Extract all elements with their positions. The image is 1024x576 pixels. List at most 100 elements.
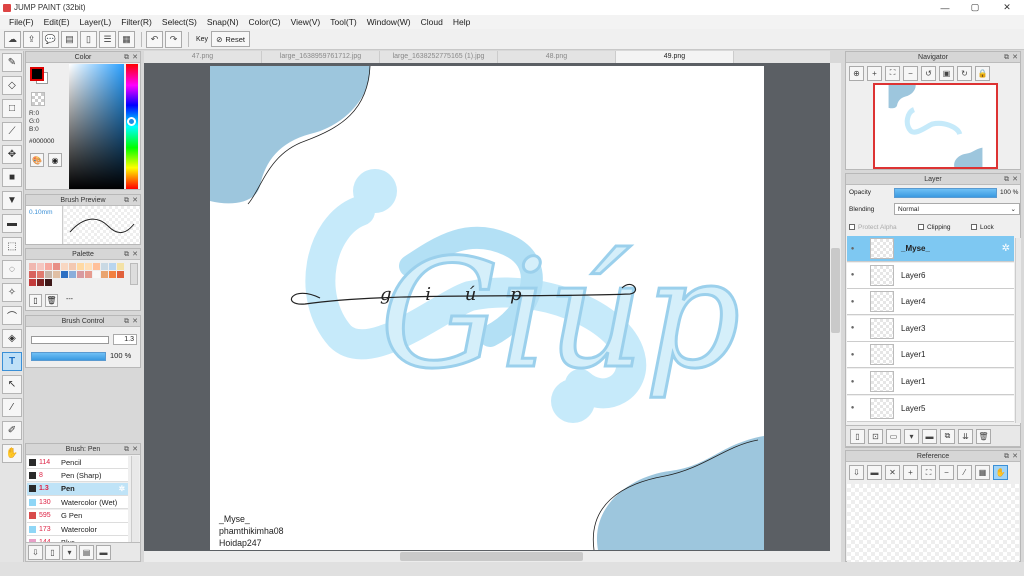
color-palette-icon[interactable]: 🎨 [30,153,44,167]
brush-list-scrollbar[interactable] [131,456,139,554]
dock-icon[interactable]: ⧉ [1004,451,1009,462]
menu-tool[interactable]: Tool(T) [325,15,361,29]
tab-49[interactable]: 49.png [616,51,734,63]
maximize-button[interactable]: ▢ [960,0,990,15]
menu-layer[interactable]: Layer(L) [75,15,117,29]
dock-icon[interactable]: ⧉ [124,52,129,63]
color-picker-icon[interactable]: ◉ [48,153,62,167]
reset-button[interactable]: ⊘ Reset [211,31,250,47]
palette-swatch[interactable] [93,263,100,270]
drawing-canvas[interactable]: Giúp g i ú p [210,66,764,550]
cloud-icon[interactable]: ☁ [4,30,21,48]
magic-wand-tool-icon[interactable]: ✧ [2,283,22,302]
palette-swatch[interactable] [53,263,60,270]
new-layer-8bit-icon[interactable]: ⊡ [868,428,883,444]
layer-row[interactable]: ● Layer1 [847,369,1014,395]
palette-swatch[interactable] [29,263,36,270]
merge-layer-icon[interactable]: ⇊ [958,428,973,444]
brush-size-slider[interactable] [31,336,109,344]
list-icon[interactable]: ☰ [99,30,116,48]
menu-color[interactable]: Color(C) [244,15,286,29]
tab-large-2[interactable]: large_1638252775165 (1).jpg [380,51,498,63]
menu-window[interactable]: Window(W) [362,15,416,29]
brush-item[interactable]: 595 G Pen [27,509,128,523]
layer-row[interactable]: ● Layer1 [847,342,1014,369]
hue-knob[interactable] [127,117,136,126]
undo-icon[interactable]: ↶ [146,30,163,48]
pointer-tool-icon[interactable]: ↖ [2,375,22,394]
dock-icon[interactable]: ⧉ [124,249,129,260]
zoom-fit-icon[interactable]: ⊕ [849,65,864,81]
delete-palette-icon[interactable]: 🗑 [45,294,58,307]
redo-icon[interactable]: ↷ [165,30,182,48]
layer-visibility-icon[interactable]: ● [847,405,858,411]
eyedropper-icon[interactable]: ⁄ [957,465,972,480]
vertical-scroll-thumb[interactable] [831,248,840,333]
brush-settings-icon[interactable]: ▤ [79,544,94,560]
layer-row[interactable]: ● Layer6 [847,262,1014,289]
dock-icon[interactable]: ⧉ [124,195,129,206]
brush-item[interactable]: 1.3 Pen ✲ [27,482,128,496]
palette-swatch[interactable] [45,271,52,278]
panel-close-icon[interactable]: ✕ [1012,52,1018,63]
layer-opacity-slider[interactable] [894,188,997,198]
menu-edit[interactable]: Edit(E) [39,15,75,29]
rotate-right-icon[interactable]: ↻ [957,65,972,81]
grid-icon[interactable]: ▦ [118,30,135,48]
palette-swatch[interactable] [85,271,92,278]
close-button[interactable]: ✕ [992,0,1022,15]
dock-icon[interactable]: ⧉ [124,316,129,327]
new-layer-1bit-icon[interactable]: ▭ [886,428,901,444]
palette-swatch[interactable] [29,271,36,278]
dock-icon[interactable]: ⧉ [124,444,129,455]
palette-swatch[interactable] [37,271,44,278]
palette-swatch[interactable] [61,263,68,270]
blending-select[interactable]: Normal ⌄ [894,203,1020,215]
comment-icon[interactable]: 💬 [42,30,59,48]
horizontal-scroll-thumb[interactable] [400,552,583,561]
minimize-button[interactable]: — [930,0,960,15]
lock-view-icon[interactable]: 🔒 [975,65,990,81]
brush-folder-icon[interactable]: ▬ [96,544,111,560]
clipping-checkbox[interactable]: Clipping [918,224,951,231]
shape-tool-icon[interactable]: □ [2,99,22,118]
layer-list-scrollbar[interactable] [1015,238,1021,423]
cloud-download-icon[interactable]: ⇩ [849,465,864,480]
fit-icon[interactable]: ⛶ [921,465,936,480]
gradient-tool-icon[interactable]: ▬ [2,214,22,233]
layer-row[interactable]: ● Layer4 [847,289,1014,316]
panel-close-icon[interactable]: ✕ [132,444,138,455]
duplicate-layer-icon[interactable]: ⧉ [940,428,955,444]
menu-filter[interactable]: Filter(R) [116,15,157,29]
panel-close-icon[interactable]: ✕ [1012,451,1018,462]
dock-icon[interactable]: ⧉ [1004,174,1009,185]
hand-tool-icon[interactable]: ✋ [2,444,22,463]
tab-48[interactable]: 48.png [498,51,616,63]
palette-swatch[interactable] [45,263,52,270]
fill-rect-tool-icon[interactable]: ■ [2,168,22,187]
palette-swatch[interactable] [37,279,44,286]
palette-swatch[interactable] [109,263,116,270]
fit-window-icon[interactable]: ⛶ [885,65,900,81]
palette-swatch[interactable] [85,263,92,270]
layer-visibility-icon[interactable]: ● [847,299,858,305]
palette-swatch[interactable] [29,279,36,286]
palette-swatch[interactable] [109,271,116,278]
layer-visibility-icon[interactable]: ● [847,246,858,252]
dropper2-tool-icon[interactable]: ✐ [2,421,22,440]
lasso-tool-icon[interactable]: ◌ [2,260,22,279]
palette-swatch[interactable] [45,279,52,286]
cloud-download-icon[interactable]: ⇩ [28,544,43,560]
lock-checkbox[interactable]: Lock [971,224,994,231]
tab-large-1[interactable]: large_1638959761712.jpg [262,51,380,63]
grid-icon[interactable]: ▦ [975,465,990,480]
layer-row[interactable]: ● Layer5 [847,395,1014,422]
new-layer-menu-icon[interactable]: ▾ [904,428,919,444]
palette-swatch[interactable] [61,271,68,278]
menu-snap[interactable]: Snap(N) [202,15,244,29]
layer-visibility-icon[interactable]: ● [847,352,858,358]
brush-tool-icon[interactable]: ✎ [2,53,22,72]
eraser-tool-icon[interactable]: ◇ [2,76,22,95]
layer-row[interactable]: ● _Myse_ ✲ [847,236,1014,262]
palette-swatch[interactable] [117,263,124,270]
